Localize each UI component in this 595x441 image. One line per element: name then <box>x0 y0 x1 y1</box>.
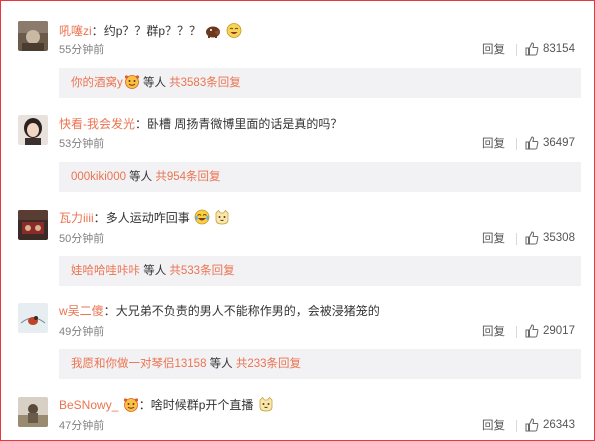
avatar[interactable] <box>18 397 48 427</box>
thumbs-up-icon <box>525 324 539 338</box>
thumbs-up-icon <box>525 136 539 150</box>
reply-username[interactable]: 我愿和你做一对琴侣13158 <box>71 358 206 370</box>
avatar[interactable] <box>18 303 48 333</box>
like-count: 35308 <box>543 232 575 244</box>
like-button[interactable]: 29017 <box>525 324 575 338</box>
thumbs-up-icon <box>525 418 539 432</box>
comment-text: 约p？？群p？？？ <box>103 24 202 38</box>
reply-button[interactable]: 回复 <box>482 325 505 339</box>
like-count: 36497 <box>543 137 575 149</box>
colon: ： <box>135 117 148 131</box>
reply-count[interactable]: 共533条回复 <box>169 265 234 277</box>
like-button[interactable]: 35308 <box>525 231 575 245</box>
comment-username[interactable]: 吼噻zi <box>59 24 92 38</box>
reply-username[interactable]: 你的酒窝y <box>71 77 123 89</box>
cat-face-icon <box>258 396 274 416</box>
like-button[interactable]: 83154 <box>525 42 575 56</box>
reply-count[interactable]: 共3583条回复 <box>169 77 241 89</box>
comment-text: 卧槽 周扬青微博里面的话是真的吗？ <box>147 117 343 131</box>
comment-username[interactable]: 瓦力iiii <box>59 211 94 225</box>
reply-count[interactable]: 共233条回复 <box>236 358 301 370</box>
reply-summary[interactable]: 我愿和你做一对琴侣13158 等人 共233条回复 <box>59 349 581 379</box>
like-button[interactable]: 26343 <box>525 418 575 432</box>
cat-face-icon <box>214 209 230 229</box>
comment-text: 大兄弟不负责的男人不能称作男的，会被浸猪笼的 <box>115 304 380 318</box>
divider <box>516 138 517 150</box>
reply-summary-text: 等人 <box>206 358 236 370</box>
comment-text: 啥时候群p开个直播 <box>150 398 254 412</box>
reply-summary-text: 等人 <box>140 265 170 277</box>
like-count: 83154 <box>543 43 575 55</box>
like-button[interactable]: 36497 <box>525 136 575 150</box>
thumbs-up-icon <box>525 231 539 245</box>
divider <box>516 44 517 56</box>
reply-button[interactable]: 回复 <box>482 232 505 246</box>
colon: ： <box>93 211 106 225</box>
avatar[interactable] <box>18 115 48 145</box>
comment-time: 55分钟前 <box>59 44 105 56</box>
laughing-cat-icon <box>226 22 242 42</box>
reply-summary[interactable]: 娃哈哈哇咔咔 等人 共533条回复 <box>59 256 581 286</box>
reply-count[interactable]: 共954条回复 <box>155 171 220 183</box>
thumbs-up-icon <box>525 42 539 56</box>
comment-username[interactable]: 快看-我会发光 <box>59 117 135 131</box>
comment-time: 50分钟前 <box>59 233 105 245</box>
avatar[interactable] <box>18 21 48 51</box>
smiling-face-icon <box>123 397 139 416</box>
like-count: 29017 <box>543 325 575 337</box>
reply-button[interactable]: 回复 <box>482 419 505 433</box>
reply-summary-text: 等人 <box>125 171 156 183</box>
colon: ： <box>138 398 151 412</box>
comment-time: 47分钟前 <box>59 420 105 432</box>
smiling-face-icon <box>124 71 140 101</box>
colon: ： <box>91 24 104 38</box>
reply-button[interactable]: 回复 <box>482 137 505 151</box>
divider <box>516 233 517 245</box>
reply-summary-text: 等人 <box>139 77 170 89</box>
laughing-face-icon <box>194 209 210 229</box>
comment-time: 49分钟前 <box>59 326 105 338</box>
comments-panel: 吼噻zi：约p？？群p？？？ 55分钟前 回复 83154 你的酒窝y 等人 共… <box>0 0 595 441</box>
comment-username[interactable]: w吴二傻 <box>59 304 104 318</box>
avatar[interactable] <box>18 210 48 240</box>
comment-username[interactable]: BeSNowy_ <box>59 398 118 412</box>
pig-icon <box>205 24 221 42</box>
divider <box>516 420 517 432</box>
reply-username[interactable]: 000kiki000 <box>71 171 126 183</box>
reply-button[interactable]: 回复 <box>482 43 505 57</box>
reply-summary[interactable]: 你的酒窝y 等人 共3583条回复 <box>59 68 581 98</box>
reply-username[interactable]: 娃哈哈哇咔咔 <box>71 265 140 277</box>
comment-text: 多人运动咋回事 <box>105 211 190 225</box>
reply-summary[interactable]: 000kiki000 等人 共954条回复 <box>59 162 581 192</box>
comment-time: 53分钟前 <box>59 138 105 150</box>
colon: ： <box>103 304 116 318</box>
divider <box>516 326 517 338</box>
like-count: 26343 <box>543 419 575 431</box>
